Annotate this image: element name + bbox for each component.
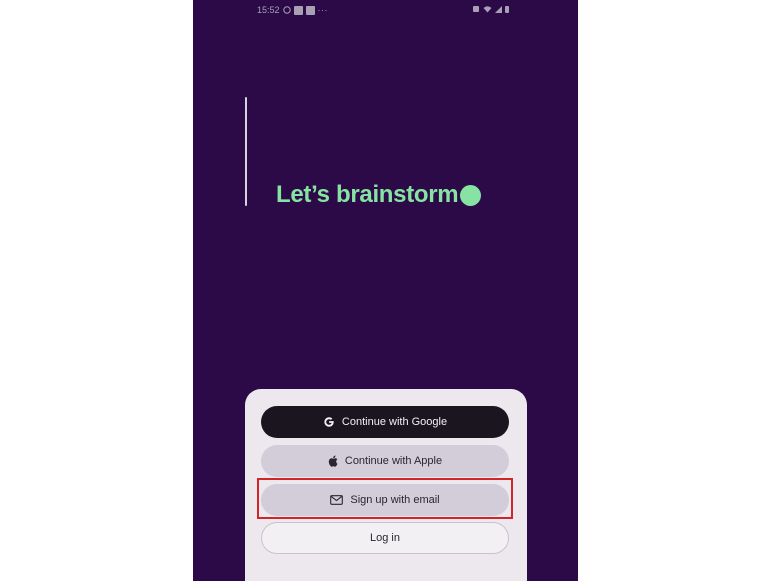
apple-logo-icon: [328, 455, 338, 467]
battery-icon: [505, 5, 509, 13]
notification-more-icon: ···: [317, 5, 329, 15]
continue-with-apple-label: Continue with Apple: [344, 455, 443, 467]
continue-with-apple-button[interactable]: Continue with Apple: [261, 445, 509, 477]
google-logo-icon: [323, 416, 335, 428]
headline-dot-icon: [460, 184, 482, 206]
sign-up-with-email-button[interactable]: Sign up with email: [261, 484, 509, 516]
wifi-icon: [483, 5, 492, 13]
status-time: 15:52: [257, 5, 280, 15]
notification-circle-icon: [282, 6, 291, 14]
text-cursor-line: [245, 97, 247, 206]
sign-up-with-email-label: Sign up with email: [350, 494, 440, 506]
notification-message-icon: [305, 5, 315, 15]
notification-app-icon: [293, 5, 303, 15]
screenshot-canvas: 15:52 ··· Let’s brainstorm Continue with…: [0, 0, 768, 581]
status-right: [472, 5, 509, 13]
log-in-button[interactable]: Log in: [261, 522, 509, 554]
headline: Let’s brainstorm: [276, 181, 482, 209]
status-bar: 15:52 ···: [193, 4, 578, 18]
alarm-icon: [472, 5, 480, 13]
log-in-label: Log in: [370, 532, 400, 544]
status-left: 15:52 ···: [257, 5, 328, 15]
signal-icon: [495, 5, 502, 13]
continue-with-google-button[interactable]: Continue with Google: [261, 406, 509, 438]
auth-bottom-sheet: Continue with Google Continue with Apple: [245, 389, 527, 581]
headline-text: Let’s brainstorm: [276, 181, 459, 208]
phone-screen: 15:52 ··· Let’s brainstorm Continue with…: [193, 0, 578, 581]
mail-envelope-icon: [330, 495, 344, 505]
continue-with-google-label: Continue with Google: [341, 416, 448, 428]
